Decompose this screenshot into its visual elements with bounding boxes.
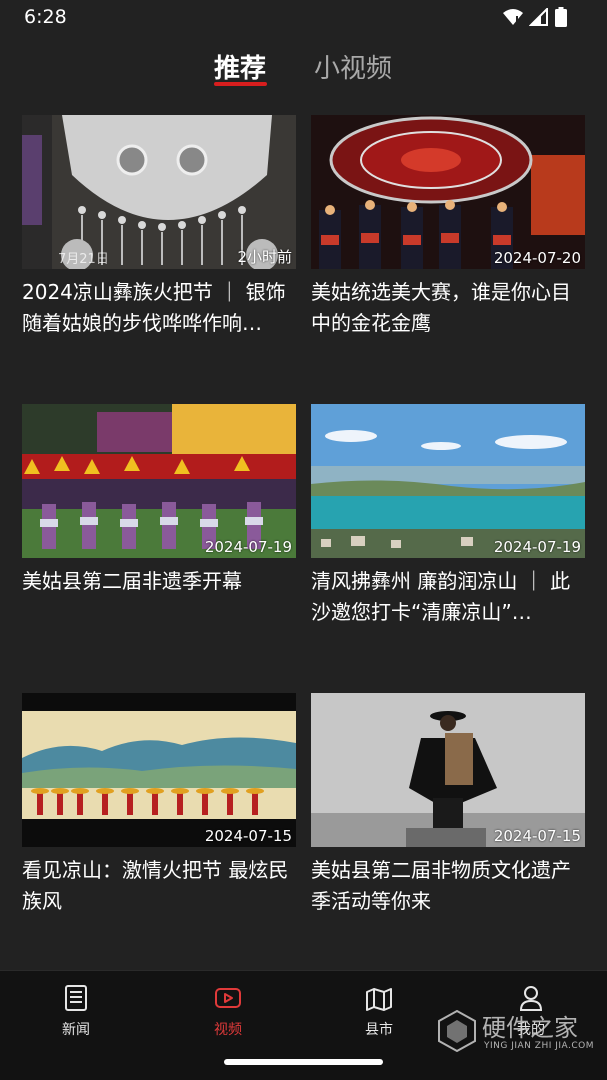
- video-play-icon: [213, 983, 243, 1013]
- active-tab-indicator: [214, 82, 267, 86]
- watermark-subtext: YING JIAN ZHI JIA.COM: [484, 1041, 595, 1051]
- nav-item-news[interactable]: 新闻: [36, 983, 116, 1039]
- video-card[interactable]: 2024-07-15 美姑县第二届非物质文化遗产季活动等你来: [311, 693, 585, 917]
- status-time: 6:28: [24, 6, 67, 28]
- video-title[interactable]: 2024凉山彝族火把节 ｜ 银饰随着姑娘的步伐哗哗作响…: [22, 277, 296, 339]
- tab-recommend[interactable]: 推荐: [214, 48, 266, 85]
- map-icon: [364, 983, 394, 1013]
- battery-icon: [555, 7, 567, 31]
- newspaper-icon: [61, 983, 91, 1013]
- wifi-icon: [503, 8, 523, 30]
- thumbnail-caption: 7月21日: [58, 252, 109, 267]
- home-indicator[interactable]: [224, 1059, 383, 1065]
- publish-date: 2024-07-19: [204, 538, 292, 556]
- video-card[interactable]: 2024-07-19 清风拂彝州 廉韵润凉山 ｜ 此沙邀您打卡“清廉凉山”…: [311, 404, 585, 628]
- publish-date: 2小时前: [237, 248, 292, 266]
- nav-label-news: 新闻: [62, 1022, 90, 1038]
- publish-date: 2024-07-15: [204, 827, 292, 845]
- watermark: 硬件之家 YING JIAN ZHI JIA.COM: [438, 1008, 598, 1056]
- video-title[interactable]: 清风拂彝州 廉韵润凉山 ｜ 此沙邀您打卡“清廉凉山”…: [311, 566, 585, 628]
- publish-date: 2024-07-15: [493, 827, 581, 845]
- publish-date: 2024-07-19: [493, 538, 581, 556]
- nav-item-video[interactable]: 视频: [188, 983, 268, 1039]
- video-thumbnail[interactable]: 2024-07-20: [311, 115, 585, 269]
- video-thumbnail[interactable]: 2024-07-19: [311, 404, 585, 558]
- app-screen: 6:28 推荐 小视频 7月21日 2小时前 2024凉山彝族火把节 ｜ 银饰随…: [0, 0, 607, 1080]
- video-card[interactable]: 2024-07-15 看见凉山：激情火把节 最炫民族风: [22, 693, 296, 917]
- status-icons: [503, 6, 567, 31]
- video-thumbnail[interactable]: 2024-07-15: [22, 693, 296, 847]
- video-card[interactable]: 2024-07-20 美姑统选美大赛，谁是你心目中的金花金鹰: [311, 115, 585, 339]
- video-card[interactable]: 7月21日 2小时前 2024凉山彝族火把节 ｜ 银饰随着姑娘的步伐哗哗作响…: [22, 115, 296, 339]
- status-bar: 6:28: [0, 0, 607, 36]
- signal-icon: [528, 6, 549, 30]
- watermark-text: 硬件之家: [482, 1014, 578, 1042]
- video-thumbnail[interactable]: 7月21日 2小时前: [22, 115, 296, 269]
- watermark-logo-icon: [438, 1010, 476, 1052]
- video-thumbnail[interactable]: 2024-07-15: [311, 693, 585, 847]
- top-tabs: 推荐 小视频: [0, 46, 607, 90]
- video-title[interactable]: 看见凉山：激情火把节 最炫民族风: [22, 855, 296, 917]
- tab-short-video[interactable]: 小视频: [314, 48, 392, 85]
- video-title[interactable]: 美姑统选美大赛，谁是你心目中的金花金鹰: [311, 277, 585, 339]
- video-title[interactable]: 美姑县第二届非遗季开幕: [22, 566, 296, 628]
- video-card[interactable]: 2024-07-19 美姑县第二届非遗季开幕: [22, 404, 296, 628]
- video-thumbnail[interactable]: 2024-07-19: [22, 404, 296, 558]
- nav-label-video: 视频: [214, 1022, 242, 1038]
- nav-item-county[interactable]: 县市: [339, 983, 419, 1039]
- video-title[interactable]: 美姑县第二届非物质文化遗产季活动等你来: [311, 855, 585, 917]
- nav-label-county: 县市: [365, 1022, 393, 1038]
- publish-date: 2024-07-20: [493, 249, 581, 267]
